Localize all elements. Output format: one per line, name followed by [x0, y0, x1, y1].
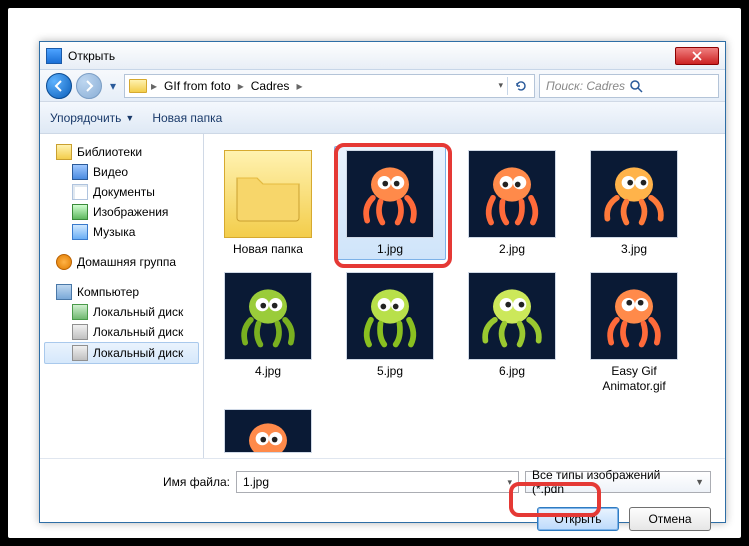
toolbar: Упорядочить ▼ Новая папка	[40, 102, 725, 134]
refresh-icon	[514, 79, 528, 93]
file-label: 6.jpg	[499, 364, 525, 378]
disk-icon	[72, 324, 88, 340]
file-item-7[interactable]: Easy Gif Animator.gif	[578, 268, 690, 397]
breadcrumb-seg-1[interactable]: GIf from foto	[161, 77, 234, 95]
arrow-left-icon	[53, 80, 65, 92]
file-item-3[interactable]: 3.jpg	[578, 146, 690, 260]
filter-text: Все типы изображений (*.pdn	[532, 468, 695, 496]
navbar: ▾ ▸ GIf from foto ▸ Cadres ▸ ▾ Поиск: Ca…	[40, 70, 725, 102]
folder-icon	[129, 79, 147, 93]
file-label: Новая папка	[233, 242, 303, 256]
folder-item[interactable]: Новая папка	[212, 146, 324, 260]
back-button[interactable]	[46, 73, 72, 99]
filename-value: 1.jpg	[243, 475, 269, 489]
address-dropdown[interactable]: ▾	[498, 80, 503, 91]
nav-history-dropdown[interactable]: ▾	[106, 76, 120, 96]
disk-icon	[72, 345, 88, 361]
file-thumb	[224, 409, 312, 453]
body-area: Библиотеки Видео Документы Изображения М…	[40, 134, 725, 458]
music-icon	[72, 224, 88, 240]
chevron-right-icon: ▸	[238, 79, 244, 93]
organize-button[interactable]: Упорядочить ▼	[50, 111, 134, 125]
library-icon	[56, 144, 72, 160]
sidebar-item-disk-3[interactable]: Локальный диск	[44, 342, 199, 364]
refresh-button[interactable]	[512, 77, 530, 95]
arrow-right-icon	[83, 80, 95, 92]
chevron-down-icon: ▼	[695, 477, 704, 487]
chevron-down-icon: ▼	[125, 113, 134, 123]
forward-button[interactable]	[76, 73, 102, 99]
file-item-5[interactable]: 5.jpg	[334, 268, 446, 397]
sidebar-item-disk-2[interactable]: Локальный диск	[44, 322, 199, 342]
titlebar: Открыть	[40, 42, 725, 70]
sidebar-item-video[interactable]: Видео	[44, 162, 199, 182]
sidebar-item-music[interactable]: Музыка	[44, 222, 199, 242]
document-icon	[72, 184, 88, 200]
window-title: Открыть	[68, 49, 675, 63]
file-label: 5.jpg	[377, 364, 403, 378]
file-grid: Новая папка 1.jpg 2.jpg	[212, 146, 717, 457]
file-label: Easy Gif Animator.gif	[582, 364, 686, 393]
filetype-filter[interactable]: Все типы изображений (*.pdn ▼	[525, 471, 711, 493]
file-item-1[interactable]: 1.jpg	[334, 146, 446, 260]
file-item-2[interactable]: 2.jpg	[456, 146, 568, 260]
file-label: 2.jpg	[499, 242, 525, 256]
file-item-4[interactable]: 4.jpg	[212, 268, 324, 397]
chevron-right-icon: ▸	[151, 79, 157, 93]
file-item-partial[interactable]	[212, 405, 324, 457]
sidebar-item-images[interactable]: Изображения	[44, 202, 199, 222]
file-thumb	[590, 150, 678, 238]
folder-thumb-icon	[224, 150, 312, 238]
file-thumb	[590, 272, 678, 360]
file-thumb	[346, 150, 434, 238]
file-thumb	[468, 272, 556, 360]
file-pane[interactable]: Новая папка 1.jpg 2.jpg	[204, 134, 725, 458]
chevron-right-icon: ▸	[296, 79, 302, 93]
file-thumb	[346, 272, 434, 360]
address-bar[interactable]: ▸ GIf from foto ▸ Cadres ▸ ▾	[124, 74, 535, 98]
search-input[interactable]: Поиск: Cadres	[539, 74, 719, 98]
search-placeholder: Поиск: Cadres	[546, 79, 625, 93]
video-icon	[72, 164, 88, 180]
close-icon	[692, 51, 702, 61]
image-icon	[72, 204, 88, 220]
cancel-button[interactable]: Отмена	[629, 507, 711, 531]
app-icon	[46, 48, 62, 64]
search-icon	[629, 79, 643, 93]
file-thumb	[224, 272, 312, 360]
sidebar-item-libraries[interactable]: Библиотеки	[44, 142, 199, 162]
sidebar-item-computer[interactable]: Компьютер	[44, 282, 199, 302]
new-folder-button[interactable]: Новая папка	[152, 111, 222, 125]
filename-label: Имя файла:	[54, 475, 230, 489]
breadcrumb-seg-2[interactable]: Cadres	[248, 77, 293, 95]
file-item-6[interactable]: 6.jpg	[456, 268, 568, 397]
open-dialog: Открыть ▾ ▸ GIf from foto ▸ Cadres ▸ ▾	[39, 41, 726, 523]
footer: Имя файла: 1.jpg ▾ Все типы изображений …	[40, 458, 725, 545]
homegroup-icon	[56, 254, 72, 270]
file-thumb	[468, 150, 556, 238]
sidebar-item-disk-1[interactable]: Локальный диск	[44, 302, 199, 322]
open-button[interactable]: Открыть	[537, 507, 619, 531]
file-label: 3.jpg	[621, 242, 647, 256]
sidebar: Библиотеки Видео Документы Изображения М…	[40, 134, 204, 458]
file-label: 1.jpg	[377, 242, 403, 256]
computer-icon	[56, 284, 72, 300]
chevron-down-icon: ▾	[507, 477, 512, 488]
sidebar-item-documents[interactable]: Документы	[44, 182, 199, 202]
file-label: 4.jpg	[255, 364, 281, 378]
sidebar-item-homegroup[interactable]: Домашняя группа	[44, 252, 199, 272]
close-button[interactable]	[675, 47, 719, 65]
disk-icon	[72, 304, 88, 320]
filename-input[interactable]: 1.jpg ▾	[236, 471, 519, 493]
outer-frame: Открыть ▾ ▸ GIf from foto ▸ Cadres ▸ ▾	[7, 7, 742, 539]
